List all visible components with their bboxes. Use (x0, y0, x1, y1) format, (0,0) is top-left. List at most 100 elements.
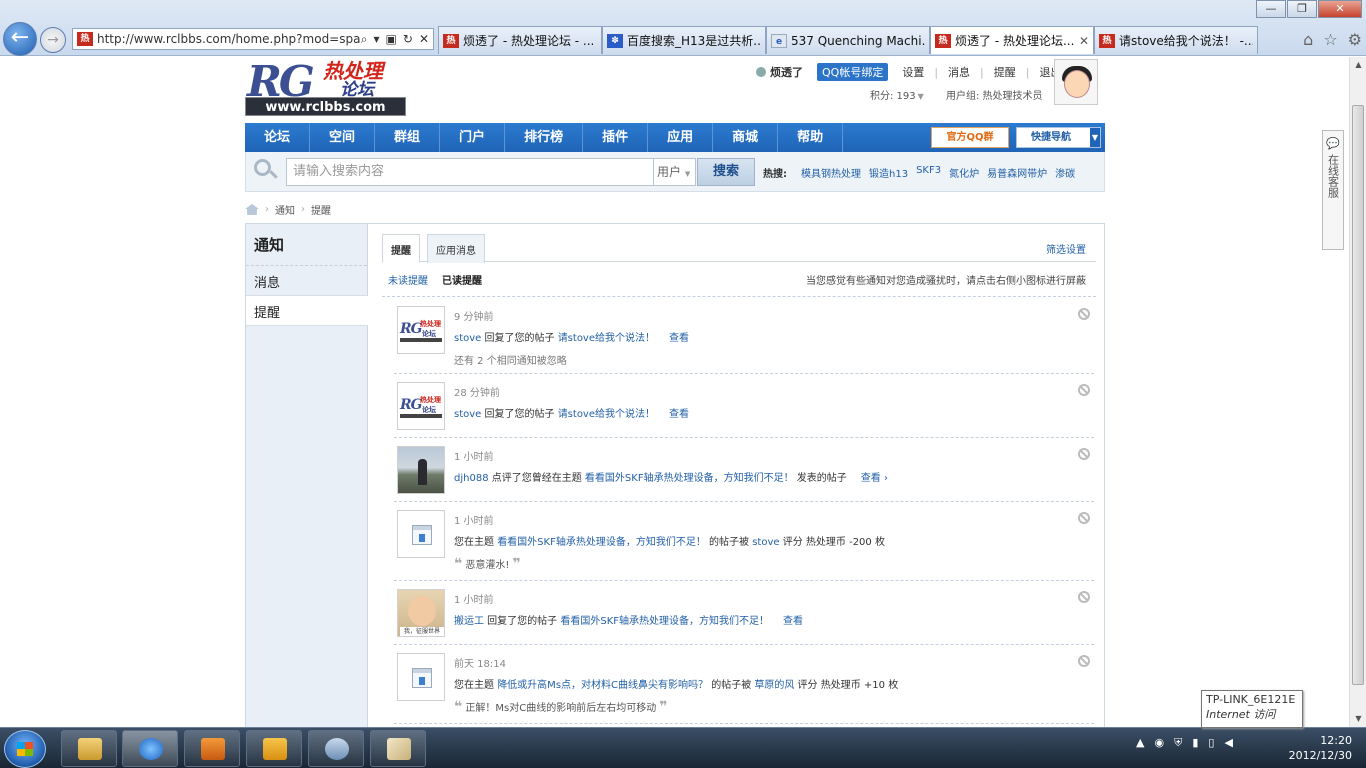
taskbar-explorer[interactable] (61, 730, 117, 767)
site-logo[interactable]: RG 热处理 论坛 www.rclbbs.com (245, 57, 407, 117)
topic-link[interactable]: 看看国外SKF轴承热处理设备，方知我们不足！ (585, 473, 794, 484)
compat-view-icon[interactable]: ▣ (386, 32, 397, 47)
taskbar-media[interactable] (184, 730, 240, 767)
hot-keyword[interactable]: 易普森网带炉 (987, 165, 1047, 180)
user-avatar[interactable] (397, 446, 445, 494)
refresh-icon[interactable]: ↻ (403, 32, 413, 47)
security-icon[interactable]: ⛨ (1174, 736, 1182, 750)
sidebar-item-messages[interactable]: 消息 (246, 266, 367, 296)
sidebar-item-reminders[interactable]: 提醒 (246, 296, 368, 326)
taskbar-paint[interactable] (370, 730, 426, 767)
hot-keyword[interactable]: 渗碳 (1055, 165, 1075, 180)
points-menu[interactable]: 积分: 193 ▼ (870, 87, 924, 102)
address-url[interactable]: http://www.rclbbs.com/home.php?mod=spa (97, 32, 361, 46)
browser-tab-5[interactable]: 热请stove给我个说法！ -... (1094, 26, 1258, 54)
read-reminders-link[interactable]: 已读提醒 (442, 272, 482, 287)
scroll-up-icon[interactable]: ▲ (1350, 57, 1366, 73)
search-icon[interactable]: ⌕ (361, 32, 368, 47)
home-icon[interactable]: ⌂ (1303, 30, 1313, 49)
filter-settings-link[interactable]: 筛选设置 (1046, 241, 1086, 256)
stop-icon[interactable]: ✕ (419, 32, 429, 47)
nav-space[interactable]: 空间 (310, 123, 376, 152)
settings-gear-icon[interactable]: ⚙ (1348, 30, 1362, 49)
browser-tab-1[interactable]: 热烦透了 - 热处理论坛 - ... (438, 26, 602, 54)
view-link[interactable]: 查看 (783, 616, 803, 627)
scroll-down-icon[interactable]: ▼ (1350, 711, 1366, 727)
nav-plugins[interactable]: 插件 (583, 123, 649, 152)
topic-link[interactable]: 降低或升高Ms点，对材料C曲线鼻尖有影响吗？ (497, 680, 708, 691)
user-link[interactable]: 草原的风 (754, 680, 794, 691)
user-link[interactable]: 搬运工 (454, 616, 484, 627)
search-input[interactable]: 请输入搜索内容 (286, 158, 654, 186)
username-link[interactable]: 烦透了 (770, 64, 803, 80)
forward-button[interactable]: → (40, 27, 66, 53)
back-button[interactable]: ← (3, 22, 37, 56)
maximize-button[interactable]: ❐ (1287, 0, 1317, 18)
tab-app-messages[interactable]: 应用消息 (427, 234, 485, 263)
hot-keyword[interactable]: 锻造h13 (869, 165, 908, 180)
block-icon[interactable] (1078, 448, 1090, 460)
avatar[interactable] (1054, 59, 1098, 105)
show-hidden-icons[interactable]: ▲ (1136, 736, 1144, 750)
scroll-thumb[interactable] (1352, 105, 1364, 685)
close-window-button[interactable]: ✕ (1318, 0, 1362, 18)
qq-bind-button[interactable]: QQ帐号绑定 (817, 63, 889, 81)
block-icon[interactable] (1078, 591, 1090, 603)
signal-icon[interactable]: ▮ (1192, 736, 1198, 750)
taskbar-app[interactable] (308, 730, 364, 767)
taskbar-outlook[interactable] (246, 730, 302, 767)
vertical-scrollbar[interactable]: ▲ ▼ (1349, 57, 1366, 727)
volume-icon[interactable]: ◀ (1224, 736, 1232, 750)
breadcrumb-notice[interactable]: 通知 (275, 202, 295, 217)
topic-link[interactable]: 看看国外SKF轴承热处理设备，方知我们不足！ (560, 616, 769, 627)
hot-keyword[interactable]: SKF3 (916, 165, 941, 180)
nav-help[interactable]: 帮助 (778, 123, 844, 152)
search-button[interactable]: 搜索 (697, 158, 755, 186)
minimize-button[interactable]: — (1256, 0, 1286, 18)
view-link[interactable]: 查看 (669, 409, 689, 420)
address-bar[interactable]: 热 http://www.rclbbs.com/home.php?mod=spa… (72, 28, 434, 50)
topic-link[interactable]: 看看国外SKF轴承热处理设备，方知我们不足！ (497, 537, 706, 548)
reminders-link[interactable]: 提醒 (994, 64, 1016, 80)
user-link[interactable]: djh088 (454, 473, 489, 484)
network-icon[interactable]: ◉ (1154, 736, 1164, 750)
hot-keyword[interactable]: 模具钢热处理 (801, 165, 861, 180)
view-link[interactable]: 查看 › (861, 473, 888, 484)
dropdown-icon[interactable]: ▾ (374, 32, 380, 47)
tab-remind[interactable]: 提醒 (382, 234, 420, 263)
browser-tab-3[interactable]: e 537 Quenching Machi... (766, 26, 930, 54)
start-button[interactable] (4, 730, 46, 768)
hot-keyword[interactable]: 氮化炉 (949, 165, 979, 180)
nav-forum[interactable]: 论坛 (245, 123, 311, 152)
taskbar-ie[interactable] (122, 730, 178, 767)
tab-close-icon[interactable]: ✕ (1079, 34, 1089, 48)
online-service-button[interactable]: 💬 在线客服 (1322, 130, 1344, 250)
user-avatar[interactable]: RG 热处理 论坛 (397, 306, 445, 354)
user-avatar[interactable]: RG 热处理 论坛 (397, 382, 445, 430)
block-icon[interactable] (1078, 308, 1090, 320)
nav-shop[interactable]: 商城 (713, 123, 779, 152)
user-link[interactable]: stove (752, 537, 779, 548)
settings-link[interactable]: 设置 (902, 64, 924, 80)
battery-icon[interactable]: ▯ (1208, 736, 1214, 750)
quick-nav-button[interactable]: 快捷导航 ▼ (1016, 127, 1101, 148)
nav-groups[interactable]: 群组 (375, 123, 441, 152)
block-icon[interactable] (1078, 384, 1090, 396)
home-icon[interactable] (245, 204, 259, 215)
clock[interactable]: 12:20 2012/12/30 (1276, 733, 1352, 763)
nav-portal[interactable]: 门户 (440, 123, 506, 152)
unread-reminders-link[interactable]: 未读提醒 (388, 272, 428, 287)
user-avatar[interactable]: 我，征服世界 (397, 589, 445, 637)
topic-link[interactable]: 请stove给我个说法！ (558, 333, 655, 344)
nav-apps[interactable]: 应用 (648, 123, 714, 152)
block-icon[interactable] (1078, 512, 1090, 524)
search-scope-select[interactable]: 用户 ▼ (654, 158, 696, 186)
user-link[interactable]: stove (454, 333, 481, 344)
favorites-star-icon[interactable]: ☆ (1323, 30, 1337, 49)
topic-link[interactable]: 请stove给我个说法！ (558, 409, 655, 420)
messages-link[interactable]: 消息 (948, 64, 970, 80)
qq-group-button[interactable]: 官方QQ群 (931, 127, 1009, 148)
user-link[interactable]: stove (454, 409, 481, 420)
view-link[interactable]: 查看 (669, 333, 689, 344)
block-icon[interactable] (1078, 655, 1090, 667)
